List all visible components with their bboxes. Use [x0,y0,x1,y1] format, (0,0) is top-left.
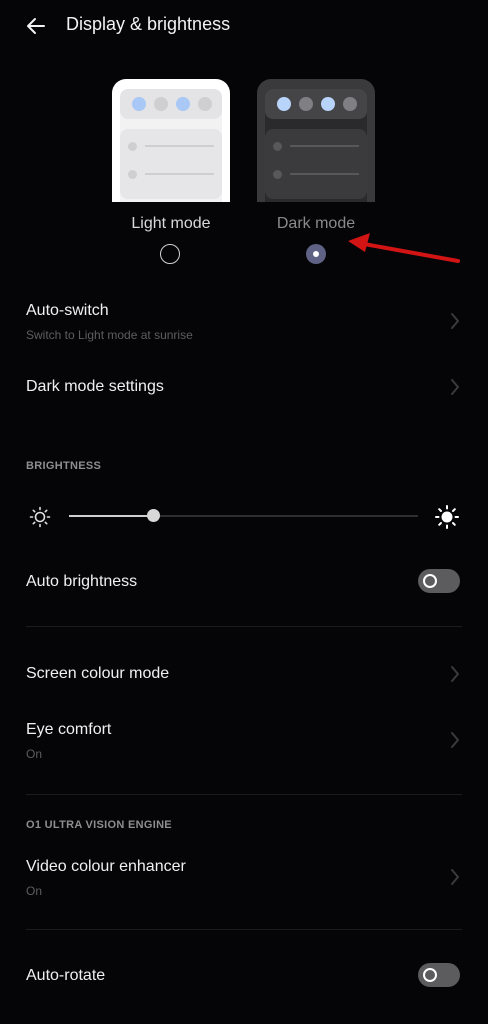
dark-mode-preview-screen [265,89,367,202]
preview-dot [277,97,291,111]
toggle-knob [423,968,437,982]
preview-dot [154,97,168,111]
toggle-knob [423,574,437,588]
dark-preview-dots [277,97,357,111]
auto-rotate-row[interactable]: Auto-rotate [0,958,488,994]
preview-dot [299,97,313,111]
chevron-right-icon [451,666,459,682]
video-colour-enhancer-title: Video colour enhancer [26,858,186,875]
auto-switch-subtitle: Switch to Light mode at sunrise [26,328,193,342]
brightness-high-icon [435,505,459,529]
auto-brightness-toggle[interactable] [418,569,460,593]
annotation-arrow-icon [348,233,460,263]
chevron-right-icon [451,313,459,329]
preview-dot [132,97,146,111]
auto-brightness-title: Auto brightness [26,573,138,590]
light-mode-label: Light mode [131,215,211,232]
auto-switch-title: Auto-switch [26,302,109,319]
video-colour-enhancer-subtitle: On [26,884,43,898]
dark-mode-radio[interactable] [306,244,326,264]
light-preview-list [120,129,222,199]
dark-mode-preview[interactable] [257,79,375,202]
brightness-low-icon [29,506,51,528]
eye-comfort-subtitle: On [26,747,43,761]
preview-line [128,167,214,181]
brightness-slider[interactable] [69,509,418,522]
divider [26,794,462,795]
preview-dot [343,97,357,111]
divider [26,626,462,627]
preview-line [128,139,214,153]
page-title: Display & brightness [66,14,231,34]
engine-section-title: O1 ULTRA VISION ENGINE [26,819,172,831]
radio-selected-dot [313,251,319,257]
preview-dot [198,97,212,111]
brightness-section-title: BRIGHTNESS [26,460,102,472]
light-preview-dots [132,97,212,111]
back-arrow-icon [27,18,45,34]
brightness-slider-thumb[interactable] [146,509,160,522]
dark-mode-settings-title: Dark mode settings [26,378,164,395]
preview-line [273,167,359,181]
eye-comfort-title: Eye comfort [26,721,112,738]
preview-dot [176,97,190,111]
app-header: Display & brightness [0,0,488,52]
divider [26,929,462,930]
preview-dot [321,97,335,111]
dark-preview-list [265,129,367,199]
back-button[interactable] [22,12,50,40]
chevron-right-icon [451,869,459,885]
light-mode-preview[interactable] [112,79,230,202]
screen-colour-mode-title: Screen colour mode [26,665,170,682]
eye-comfort-row[interactable]: Eye comfort On [0,715,488,767]
preview-line [273,139,359,153]
auto-rotate-title: Auto-rotate [26,967,106,984]
light-preview-quick-settings [120,89,222,119]
auto-switch-row[interactable]: Auto-switch Switch to Light mode at sunr… [0,296,488,348]
brightness-slider-fill [69,515,153,517]
light-mode-radio[interactable] [160,244,180,264]
auto-rotate-toggle[interactable] [418,963,460,987]
dark-preview-quick-settings [265,89,367,119]
chevron-right-icon [451,732,459,748]
auto-brightness-row[interactable]: Auto brightness [0,565,488,601]
light-mode-preview-screen [120,89,222,202]
dark-mode-settings-row[interactable]: Dark mode settings [0,370,488,406]
video-colour-enhancer-row[interactable]: Video colour enhancer On [0,852,488,904]
screen-colour-mode-row[interactable]: Screen colour mode [0,656,488,692]
chevron-right-icon [451,379,459,395]
